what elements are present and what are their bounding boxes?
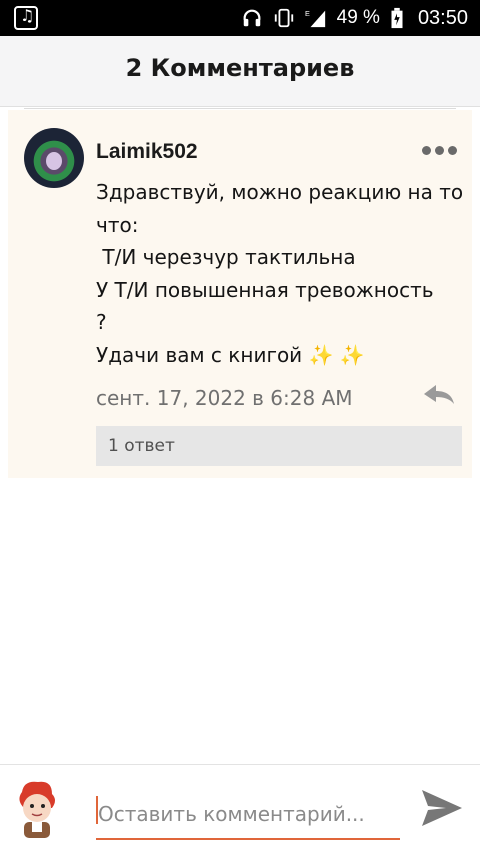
input-underline xyxy=(96,838,400,840)
comment-line: ? xyxy=(96,310,107,334)
comment-line: Удачи вам с книгой ✨ ✨ xyxy=(96,339,466,372)
sparkles-emoji: ✨ ✨ xyxy=(308,342,365,367)
status-indicators: E 49 % 03:50 xyxy=(241,0,468,36)
comment-date: сент. 17, 2022 в 6:28 AM xyxy=(96,386,353,410)
send-icon[interactable] xyxy=(420,788,464,828)
comment-line: Т/И черезчур тактильна xyxy=(96,245,356,269)
vibrate-icon xyxy=(274,8,293,28)
replies-button[interactable]: 1 ответ xyxy=(96,426,462,466)
comment-line: что: xyxy=(96,212,139,237)
text-cursor xyxy=(96,796,98,824)
comments-header: 2 Комментариев xyxy=(0,36,480,107)
status-bar: ♫ E 49 % 03:50 xyxy=(0,0,480,36)
divider xyxy=(24,108,456,109)
svg-text:E: E xyxy=(305,9,310,18)
comment-line: У Т/И повышенная тревожность xyxy=(96,277,434,302)
battery-percent: 49 % xyxy=(336,7,380,28)
signal-icon: E xyxy=(305,9,325,28)
comment-line-text: Удачи вам с книгой xyxy=(96,342,303,367)
battery-icon xyxy=(391,7,403,29)
clock: 03:50 xyxy=(417,6,468,29)
comment-input[interactable] xyxy=(96,792,400,836)
reply-icon[interactable] xyxy=(422,382,456,406)
avatar[interactable] xyxy=(24,128,84,188)
comment-username[interactable]: Laimik502 xyxy=(96,140,198,164)
music-notification-icon: ♫ xyxy=(14,6,38,30)
more-options-icon[interactable] xyxy=(422,146,457,155)
comment-line: Здравствуй, можно реакцию на то xyxy=(96,180,464,204)
user-avatar[interactable] xyxy=(12,778,62,840)
page-title: 2 Комментариев xyxy=(125,54,355,82)
comment-text: Здравствуй, можно реакцию на то что: Т/И… xyxy=(96,176,466,371)
headphones-icon xyxy=(243,9,261,27)
